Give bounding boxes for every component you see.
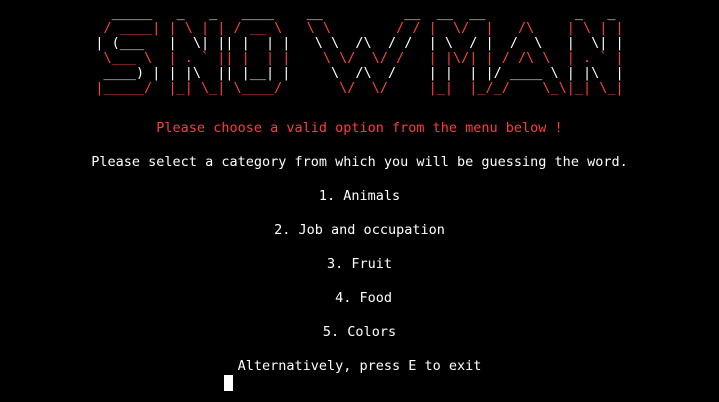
menu-option-food: 4. Food: [326, 290, 393, 306]
menu-option-job-and-occupation: 2. Job and occupation: [274, 222, 445, 238]
exit-instruction: Alternatively, press E to exit: [237, 358, 482, 374]
terminal-window: _____ _ _ ____ __ __ __ __ _ _ / ____| |…: [0, 0, 719, 402]
banner-row: | (___ | \| || | | | \ \ /\ / / | \ / | …: [95, 35, 624, 51]
snowman-ascii-banner: _____ _ _ ____ __ __ __ __ _ _ / ____| |…: [0, 6, 719, 96]
banner-row: |_____/ |_| \_| \____/ \/ \/ |_| |_/_/ \…: [95, 80, 624, 96]
error-message: Please choose a valid option from the me…: [156, 120, 563, 136]
banner-row: / ____| | \ | | / __ \ \ \ / / | \/ | /\…: [95, 20, 624, 36]
banner-row: \___ \ | . ` || | | | \ \/ \/ / | |\/| |…: [95, 50, 624, 66]
menu-option-fruit: 3. Fruit: [326, 256, 393, 272]
category-prompt: Please select a category from which you …: [91, 154, 628, 170]
menu-option-animals: 1. Animals: [318, 188, 401, 204]
banner-row: ____) | | |\ || |__| | \ /\ / | | | |/ _…: [95, 65, 624, 81]
terminal-input-cursor[interactable]: [224, 375, 233, 391]
banner-row: _____ _ _ ____ __ __ __ __ _ _: [95, 5, 624, 21]
menu-option-colors: 5. Colors: [322, 324, 397, 340]
